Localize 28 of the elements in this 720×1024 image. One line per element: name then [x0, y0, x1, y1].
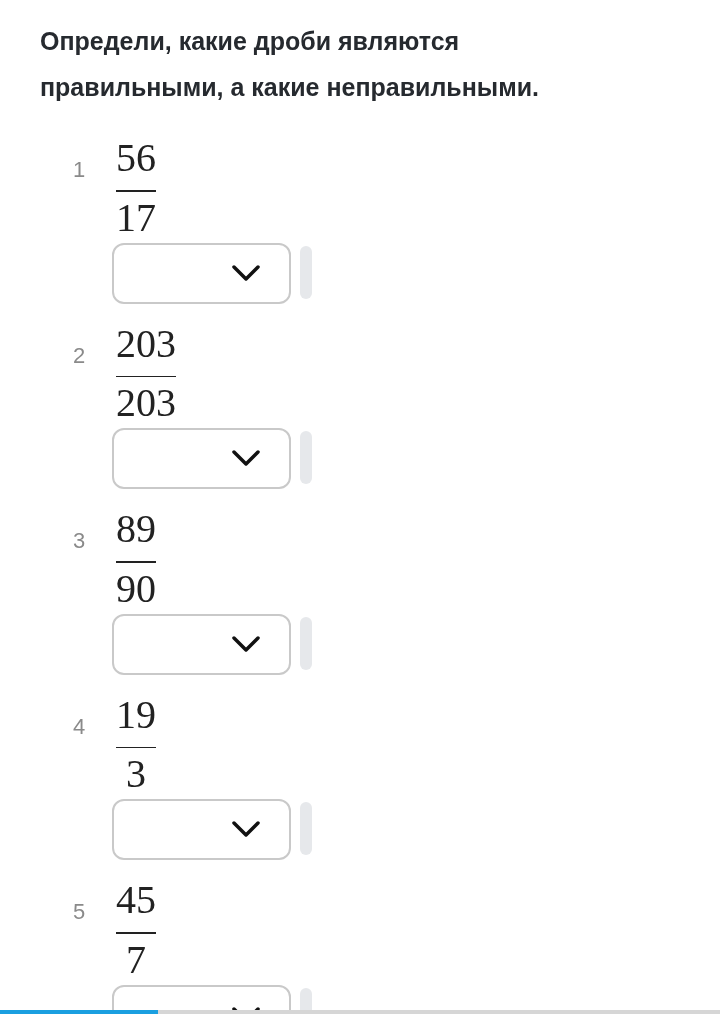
answer-dropdown[interactable]	[112, 613, 291, 675]
answer-dropdown[interactable]	[112, 799, 291, 860]
numerator-text: 45	[116, 878, 156, 922]
instruction-text: Определи, какие дроби являются правильными, а какие неправильными.	[40, 26, 540, 103]
denominator-text: 17	[116, 195, 156, 240]
bar-marker-icon	[300, 245, 312, 299]
bar-marker-icon	[300, 431, 312, 484]
bar-marker-icon	[300, 616, 312, 670]
denominator-text: 90	[116, 566, 156, 611]
item-number: 2	[73, 341, 87, 370]
numerator-text: 89	[116, 507, 156, 551]
item-number: 1	[73, 156, 87, 184]
answer-dropdown[interactable]	[112, 428, 291, 489]
numerator-text: 56	[116, 136, 156, 180]
numerator-text: 203	[116, 321, 176, 366]
answer-dropdown[interactable]	[112, 242, 291, 304]
item-number: 5	[73, 898, 87, 926]
denominator-text: 203	[116, 381, 176, 425]
denominator-text: 7	[126, 937, 146, 982]
item-number: 4	[73, 712, 87, 741]
denominator-text: 3	[126, 752, 146, 796]
item-number: 3	[73, 527, 87, 555]
chevron-down-icon	[232, 635, 260, 653]
bar-marker-icon	[300, 802, 312, 855]
numerator-text: 19	[116, 692, 156, 737]
chevron-down-icon	[232, 821, 260, 838]
chevron-down-icon	[232, 450, 260, 467]
chevron-down-icon	[232, 264, 260, 282]
